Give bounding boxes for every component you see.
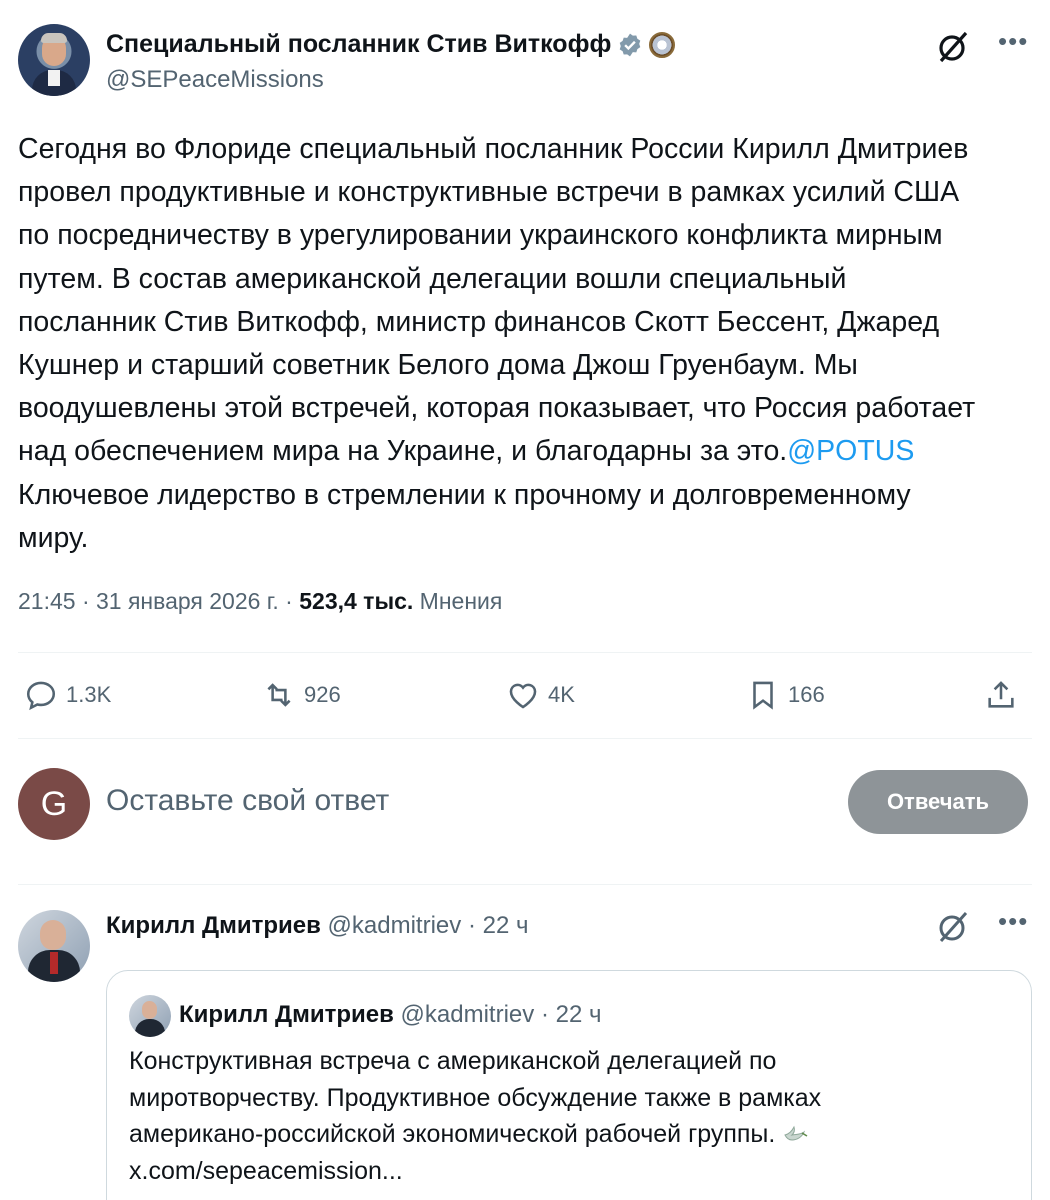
author-name-row[interactable]: Специальный посланник Стив Виткофф xyxy=(106,30,676,59)
reply-post[interactable]: Кирилл Дмитриев @kadmitriev · 22 ч ••• К… xyxy=(18,908,1032,1200)
repost-button[interactable]: 926 xyxy=(262,670,341,720)
share-button[interactable] xyxy=(984,670,1026,720)
quote-time: · 22 ч xyxy=(540,1001,602,1028)
post-text: Сегодня во Флориде специальный посланник… xyxy=(18,128,1032,560)
post-text-end: Ключевое лидерство в стремлении к прочно… xyxy=(18,478,911,554)
author-avatar[interactable] xyxy=(18,24,90,96)
views-label: Мнения xyxy=(419,588,503,614)
reply-author-name[interactable]: Кирилл Дмитриев xyxy=(106,912,321,939)
divider xyxy=(18,884,1032,885)
post-time[interactable]: 21:45 · 31 января 2026 г. · xyxy=(18,588,299,614)
quote-text-main: Конструктивная встреча с американской де… xyxy=(129,1047,822,1148)
mention-link[interactable]: @POTUS xyxy=(787,435,914,467)
reply-input[interactable]: Оставьте свой ответ xyxy=(106,784,389,818)
reply-submit-button[interactable]: Отвечать xyxy=(848,770,1028,834)
post-meta: 21:45 · 31 января 2026 г. · 523,4 тыс. М… xyxy=(18,588,502,615)
reply-author-handle[interactable]: @kadmitriev xyxy=(328,912,462,939)
quote-text: Конструктивная встреча с американской де… xyxy=(129,1043,1009,1189)
grok-icon[interactable] xyxy=(936,30,970,64)
like-button[interactable]: 4K xyxy=(506,670,575,720)
divider xyxy=(18,652,1032,653)
grok-icon[interactable] xyxy=(936,910,970,944)
quoted-post[interactable]: Кирилл Дмитриев @kadmitriev · 22 ч Конст… xyxy=(106,970,1032,1200)
verified-badge-icon xyxy=(620,33,641,56)
reply-author-line: Кирилл Дмитриев @kadmitriev · 22 ч xyxy=(106,912,528,940)
views-count: 523,4 тыс. xyxy=(299,588,414,614)
quote-author-line: Кирилл Дмитриев @kadmitriev · 22 ч xyxy=(179,1001,601,1029)
more-icon[interactable]: ••• xyxy=(998,908,1028,940)
quote-author-name: Кирилл Дмитриев xyxy=(179,1001,394,1028)
like-count: 4K xyxy=(548,682,575,707)
divider xyxy=(18,738,1032,739)
state-seal-icon xyxy=(649,31,676,58)
quote-author-avatar xyxy=(129,995,171,1037)
repost-count: 926 xyxy=(304,682,341,707)
bookmark-icon xyxy=(753,681,773,710)
reply-icon xyxy=(26,681,56,711)
quote-link[interactable]: x.com/sepeacemission... xyxy=(129,1157,403,1185)
like-icon xyxy=(509,683,537,709)
reply-author-avatar[interactable] xyxy=(18,910,90,982)
bookmark-count: 166 xyxy=(788,682,825,707)
post-text-main: Сегодня во Флориде специальный посланник… xyxy=(18,133,976,468)
author-handle[interactable]: @SEPeaceMissions xyxy=(106,66,324,94)
user-avatar[interactable]: G xyxy=(18,768,90,840)
reply-time[interactable]: · 22 ч xyxy=(468,912,529,939)
more-icon[interactable]: ••• xyxy=(998,28,1028,60)
post-header: Специальный посланник Стив Виткофф @SEPe… xyxy=(18,24,1032,98)
repost-icon xyxy=(267,683,291,707)
bookmark-button[interactable]: 166 xyxy=(746,670,825,720)
dove-icon xyxy=(784,1125,808,1141)
quote-author-handle: @kadmitriev xyxy=(400,1001,535,1028)
reply-composer: G Оставьте свой ответ Отвечать xyxy=(18,768,1032,842)
share-icon xyxy=(988,681,1014,708)
action-bar: 1.3K 926 4K 166 xyxy=(18,670,1032,720)
author-name[interactable]: Специальный посланник Стив Виткофф xyxy=(106,30,611,59)
reply-count: 1.3K xyxy=(66,682,112,707)
reply-button[interactable]: 1.3K xyxy=(24,670,111,720)
